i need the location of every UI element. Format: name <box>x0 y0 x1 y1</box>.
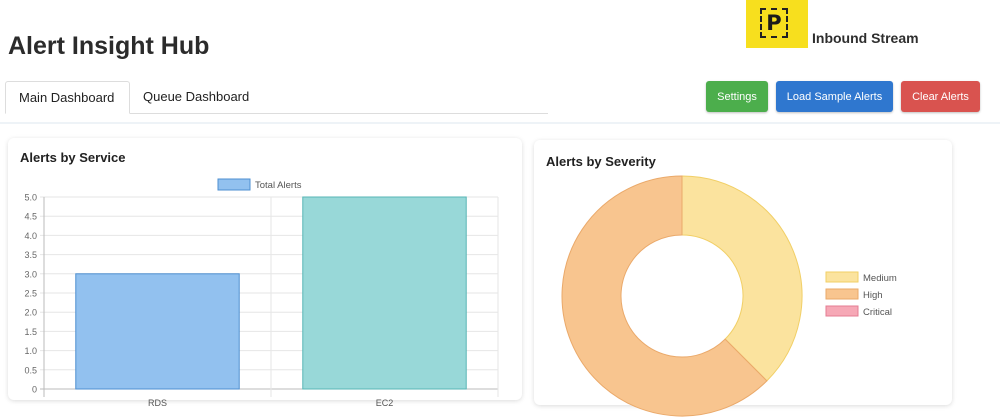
donut-slice-medium <box>681 175 803 382</box>
y-tick-label: 2.5 <box>24 289 37 299</box>
x-tick-label: RDS <box>148 398 167 408</box>
y-tick-label: 4.0 <box>24 231 37 241</box>
page-title: Alert Insight Hub <box>8 32 210 60</box>
y-tick-label: 1.5 <box>24 327 37 337</box>
service-chart-title: Alerts by Service <box>20 150 126 165</box>
brand-logo: P <box>746 0 808 48</box>
y-tick-label: 4.5 <box>24 212 37 222</box>
legend-label-critical: Critical <box>863 307 892 318</box>
bar-rds <box>75 273 240 390</box>
legend-label-medium: Medium <box>863 273 897 284</box>
legend-swatch-medium <box>825 271 859 283</box>
legend-label-high: High <box>863 290 883 301</box>
y-tick-label: 1.0 <box>24 346 37 356</box>
header-divider <box>0 122 1000 124</box>
tab-main-dashboard[interactable]: Main Dashboard <box>5 81 130 114</box>
settings-button[interactable]: Settings <box>706 81 768 112</box>
legend-label-total-alerts: Total Alerts <box>255 180 302 191</box>
legend-swatch-critical <box>825 305 859 317</box>
service-bar-chart: Total Alerts 0 0.5 1.0 1.5 2.0 2.5 3.0 3.5 4.0 4.5… <box>24 178 499 408</box>
tab-bar: Main Dashboard Queue Dashboard <box>5 81 548 114</box>
y-tick-label: 5.0 <box>24 193 37 203</box>
severity-chart-title: Alerts by Severity <box>546 154 656 169</box>
tab-queue-dashboard[interactable]: Queue Dashboard <box>130 81 262 114</box>
legend-swatch-high <box>825 288 859 300</box>
y-tick-label: 2.0 <box>24 308 37 318</box>
y-tick-label: 3.5 <box>24 250 37 260</box>
severity-doughnut-chart: Medium High Critical <box>561 175 897 417</box>
brand: P Inbound Stream <box>746 0 919 48</box>
y-tick-label: 0 <box>32 385 37 395</box>
brand-name: Inbound Stream <box>812 30 919 46</box>
load-sample-alerts-button[interactable]: Load Sample Alerts <box>776 81 893 112</box>
x-tick-label: EC2 <box>376 398 394 408</box>
y-tick-label: 0.5 <box>24 365 37 375</box>
clear-alerts-button[interactable]: Clear Alerts <box>901 81 980 112</box>
bar-ec2 <box>302 196 467 390</box>
legend-swatch-total-alerts <box>217 178 251 191</box>
y-tick-label: 3.0 <box>24 269 37 279</box>
stamp-icon: P <box>760 8 788 38</box>
